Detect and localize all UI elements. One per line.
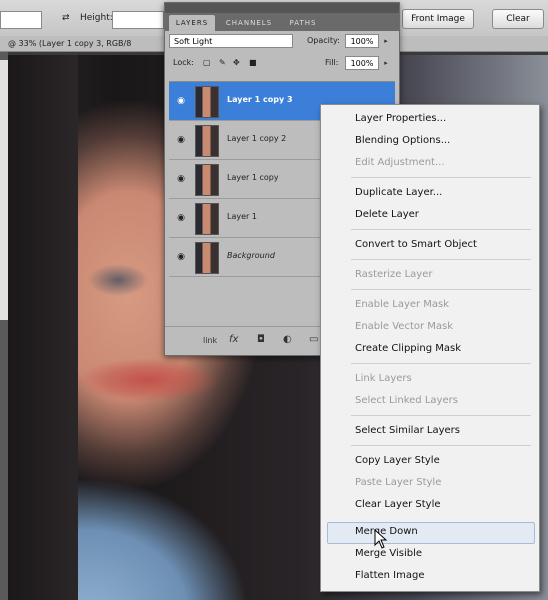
panel-title-strip[interactable]	[165, 3, 399, 13]
menu-separator	[351, 177, 531, 178]
blend-mode-select[interactable]: Soft Light	[169, 34, 293, 48]
menu-item-select-linked-layers[interactable]: Select Linked Layers	[355, 395, 458, 406]
menu-separator	[351, 363, 531, 364]
eye-icon[interactable]: ◉	[175, 135, 187, 145]
layer-mask-icon[interactable]: ◘	[257, 334, 265, 345]
menu-separator	[351, 259, 531, 260]
eye-icon[interactable]: ◉	[175, 96, 187, 106]
menu-item-clear-layer-style[interactable]: Clear Layer Style	[355, 499, 441, 510]
left-panel-edge	[0, 60, 8, 320]
layer-name: Layer 1 copy 3	[227, 95, 293, 104]
menu-item-create-clipping-mask[interactable]: Create Clipping Mask	[355, 343, 461, 354]
group-icon[interactable]: ▭	[309, 334, 318, 345]
link-layers-icon[interactable]: link	[203, 336, 217, 345]
layer-thumbnail	[195, 203, 219, 235]
lock-position-icon[interactable]: ✥	[233, 58, 240, 67]
canvas-hair-region	[8, 55, 78, 600]
opacity-arrow-icon[interactable]: ▸	[381, 34, 391, 48]
opacity-input[interactable]: 100%	[345, 34, 379, 48]
menu-item-convert-smart-object[interactable]: Convert to Smart Object	[355, 239, 477, 250]
eye-icon[interactable]: ◉	[175, 213, 187, 223]
menu-item-flatten-image[interactable]: Flatten Image	[355, 570, 425, 581]
eye-icon[interactable]: ◉	[175, 252, 187, 262]
opacity-label: Opacity:	[307, 36, 340, 45]
menu-item-duplicate-layer[interactable]: Duplicate Layer...	[355, 187, 442, 198]
layer-name: Layer 1	[227, 212, 257, 221]
panel-tabs: LAYERS CHANNELS PATHS	[165, 13, 399, 31]
lock-label: Lock:	[173, 58, 194, 67]
menu-item-copy-layer-style[interactable]: Copy Layer Style	[355, 455, 440, 466]
swap-icon[interactable]: ⇄	[62, 13, 70, 23]
adjustment-layer-icon[interactable]: ◐	[283, 334, 292, 345]
height-field[interactable]	[112, 11, 164, 29]
height-label: Height:	[80, 13, 113, 23]
menu-item-link-layers[interactable]: Link Layers	[355, 373, 412, 384]
menu-item-layer-properties[interactable]: Layer Properties...	[355, 113, 446, 124]
menu-item-paste-layer-style[interactable]: Paste Layer Style	[355, 477, 441, 488]
blend-mode-value: Soft Light	[174, 37, 213, 46]
layer-name: Layer 1 copy 2	[227, 134, 287, 143]
width-field[interactable]	[0, 11, 42, 29]
menu-separator	[351, 229, 531, 230]
front-image-button[interactable]: Front Image	[402, 9, 474, 29]
layer-thumbnail	[195, 86, 219, 118]
menu-separator	[351, 415, 531, 416]
menu-item-rasterize-layer[interactable]: Rasterize Layer	[355, 269, 433, 280]
tab-paths[interactable]: PATHS	[283, 15, 323, 31]
context-menu: Layer Properties... Blending Options... …	[320, 104, 540, 592]
lock-row: Lock: ▢ ✎ ✥ ■ Fill: 100% ▸	[165, 53, 399, 75]
menu-item-enable-vector-mask[interactable]: Enable Vector Mask	[355, 321, 453, 332]
menu-item-edit-adjustment[interactable]: Edit Adjustment...	[355, 157, 445, 168]
blend-row: Soft Light Opacity: 100% ▸	[165, 31, 399, 53]
lock-image-icon[interactable]: ✎	[219, 58, 226, 67]
menu-separator	[351, 289, 531, 290]
menu-item-merge-visible[interactable]: Merge Visible	[355, 548, 422, 559]
layer-thumbnail	[195, 125, 219, 157]
fill-arrow-icon[interactable]: ▸	[381, 56, 391, 70]
tab-channels[interactable]: CHANNELS	[219, 15, 279, 31]
menu-item-blending-options[interactable]: Blending Options...	[355, 135, 450, 146]
menu-separator	[351, 445, 531, 446]
clear-button[interactable]: Clear	[492, 9, 544, 29]
fx-icon[interactable]: fx	[229, 334, 238, 345]
menu-item-enable-layer-mask[interactable]: Enable Layer Mask	[355, 299, 449, 310]
layer-name: Background	[227, 251, 275, 260]
fill-label: Fill:	[325, 58, 339, 67]
lock-transparent-icon[interactable]: ▢	[203, 58, 211, 67]
menu-item-delete-layer[interactable]: Delete Layer	[355, 209, 419, 220]
menu-item-select-similar-layers[interactable]: Select Similar Layers	[355, 425, 460, 436]
mouse-cursor-icon	[374, 529, 388, 549]
layer-thumbnail	[195, 242, 219, 274]
layer-thumbnail	[195, 164, 219, 196]
tab-layers[interactable]: LAYERS	[169, 15, 215, 31]
layer-name: Layer 1 copy	[227, 173, 279, 182]
eye-icon[interactable]: ◉	[175, 174, 187, 184]
lock-all-icon[interactable]: ■	[249, 58, 257, 67]
fill-input[interactable]: 100%	[345, 56, 379, 70]
